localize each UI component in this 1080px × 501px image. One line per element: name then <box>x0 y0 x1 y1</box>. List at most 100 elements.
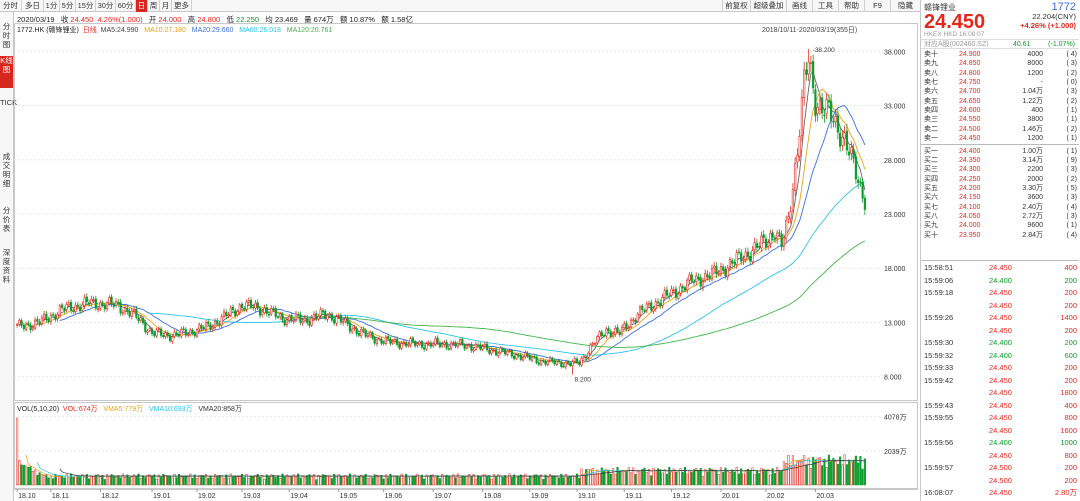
volume-bar <box>115 476 118 486</box>
tab-5min[interactable]: 5分 <box>60 0 76 12</box>
bid-row[interactable]: 买十 23.950 2.84万 ( 4) <box>921 231 1079 240</box>
candle <box>791 183 795 214</box>
tab-60min[interactable]: 60分 <box>116 0 136 12</box>
candle <box>825 93 828 120</box>
volume-bar <box>418 477 421 486</box>
candle-body <box>463 344 466 349</box>
ask-row[interactable]: 卖二 24.500 1.46万 ( 2) <box>921 125 1079 134</box>
candle-body <box>674 288 678 298</box>
ask-row[interactable]: 卖九 24.850 8000 ( 3) <box>921 59 1079 68</box>
ask-row[interactable]: 卖十 24.900 4000 ( 4) <box>921 50 1079 59</box>
bid-row[interactable]: 买五 24.200 3.30万 ( 5) <box>921 184 1079 193</box>
draw-line-button[interactable]: 画线 <box>786 0 812 12</box>
candle-body <box>263 307 266 313</box>
volume-bar <box>501 476 504 486</box>
candle-body <box>353 327 356 329</box>
tick-row: 24.450 200 <box>921 325 1079 336</box>
candle-body <box>301 320 304 324</box>
candle <box>470 342 473 353</box>
candle-body <box>288 315 291 321</box>
volume-bar <box>704 468 707 486</box>
volume-bar <box>677 471 680 486</box>
adjust-forward-button[interactable]: 前复权 <box>722 0 750 12</box>
volume-bar <box>688 469 691 486</box>
volume-bar <box>749 470 752 486</box>
bid-row[interactable]: 买七 24.100 2.40万 ( 4) <box>921 203 1079 212</box>
volume-bar <box>733 471 736 486</box>
ask-row[interactable]: 卖六 24.700 1.04万 ( 3) <box>921 87 1079 96</box>
candle-body <box>126 308 129 313</box>
ask-row[interactable]: 卖一 24.450 1200 ( 1) <box>921 134 1079 143</box>
ask-row[interactable]: 卖三 24.550 3800 ( 1) <box>921 115 1079 124</box>
order-volume: 1.46万 <box>1022 125 1043 133</box>
kline-chart[interactable]: 38.000 33.000 28.000 23.000 18.000 13.000 8.00… <box>14 23 918 501</box>
volume-bar <box>596 469 599 486</box>
candle <box>450 340 453 351</box>
bid-row[interactable]: 买六 24.150 3600 ( 3) <box>921 193 1079 202</box>
tab-weekly[interactable]: 周 <box>148 0 160 12</box>
vtab-price-table[interactable]: 分价表 <box>0 206 13 238</box>
ask-row[interactable]: 卖四 24.600 400 ( 1) <box>921 106 1079 115</box>
super-overlay-button[interactable]: 超级叠加 <box>750 0 786 12</box>
vtab-kline-chart[interactable]: K线图 <box>0 56 13 88</box>
ask-row[interactable]: 卖八 24.800 1200 ( 2) <box>921 69 1079 78</box>
candle <box>380 336 383 346</box>
candle-body <box>483 343 486 347</box>
volume-bar <box>755 470 758 486</box>
order-label: 卖八 <box>924 69 938 77</box>
candle <box>474 341 477 352</box>
volume-bar <box>339 476 342 486</box>
candle <box>571 359 574 375</box>
candle <box>697 272 700 282</box>
volume-bar <box>171 477 174 486</box>
bid-row[interactable]: 买一 24.400 1.00万 ( 1) <box>921 147 1079 156</box>
tab-multi-day[interactable]: 多日 <box>22 0 44 12</box>
tick-volume: 1000 <box>1060 438 1077 447</box>
hide-button[interactable]: 隐藏 <box>890 0 920 12</box>
candle-body <box>686 279 689 291</box>
tab-more[interactable]: 更多 <box>172 0 192 12</box>
bid-row[interactable]: 买九 24.000 9600 ( 1) <box>921 221 1079 230</box>
tab-30min[interactable]: 30分 <box>96 0 116 12</box>
volume-bar <box>391 475 394 486</box>
candle-body <box>225 312 228 317</box>
candle-body <box>123 307 127 313</box>
bid-row[interactable]: 买四 24.250 2000 ( 2) <box>921 175 1079 184</box>
bid-row[interactable]: 买二 24.350 3.14万 ( 9) <box>921 156 1079 165</box>
volume-bar <box>486 476 489 486</box>
candle <box>454 340 457 349</box>
candle-body <box>848 151 851 156</box>
ask-row[interactable]: 卖五 24.650 1.22万 ( 2) <box>921 97 1079 106</box>
candle-body <box>130 310 133 317</box>
tab-intraday[interactable]: 分时 <box>0 0 22 12</box>
candle-body <box>362 328 365 331</box>
candle-body <box>357 332 361 336</box>
f9-button[interactable]: F9 <box>864 0 890 12</box>
volume-bar <box>542 479 545 486</box>
bid-row[interactable]: 买八 24.050 2.72万 ( 3) <box>921 212 1079 221</box>
bid-row[interactable]: 买三 24.300 2200 ( 3) <box>921 165 1079 174</box>
order-label: 买一 <box>924 147 938 155</box>
tools-button[interactable]: 工具 <box>812 0 838 12</box>
candle-body <box>827 100 830 103</box>
volume-bar <box>182 476 185 486</box>
help-button[interactable]: 帮助 <box>838 0 864 12</box>
tab-1min[interactable]: 1分 <box>44 0 60 12</box>
candle-body <box>52 314 55 316</box>
ask-row[interactable]: 卖七 24.750 - ( 0) <box>921 78 1079 87</box>
candle-body <box>90 298 93 304</box>
volume-bar <box>344 475 347 486</box>
a-share-row[interactable]: 对应A股(002460.SZ) 40.61 (-1.07%) <box>921 39 1079 49</box>
candle-body <box>384 336 387 344</box>
vtab-tick[interactable]: TICK <box>0 98 17 142</box>
candle-body <box>555 360 558 365</box>
vtab-trade-detail[interactable]: 成交明细 <box>0 152 13 196</box>
candle <box>85 293 88 305</box>
volume-bar <box>629 472 633 486</box>
vtab-depth-data[interactable]: 深度资料 <box>0 248 13 292</box>
tab-monthly[interactable]: 月 <box>160 0 172 12</box>
tab-daily[interactable]: 日 <box>136 0 148 12</box>
tab-15min[interactable]: 15分 <box>76 0 96 12</box>
candle-body <box>542 360 545 362</box>
vtab-intraday-chart[interactable]: 分时图 <box>0 22 13 52</box>
